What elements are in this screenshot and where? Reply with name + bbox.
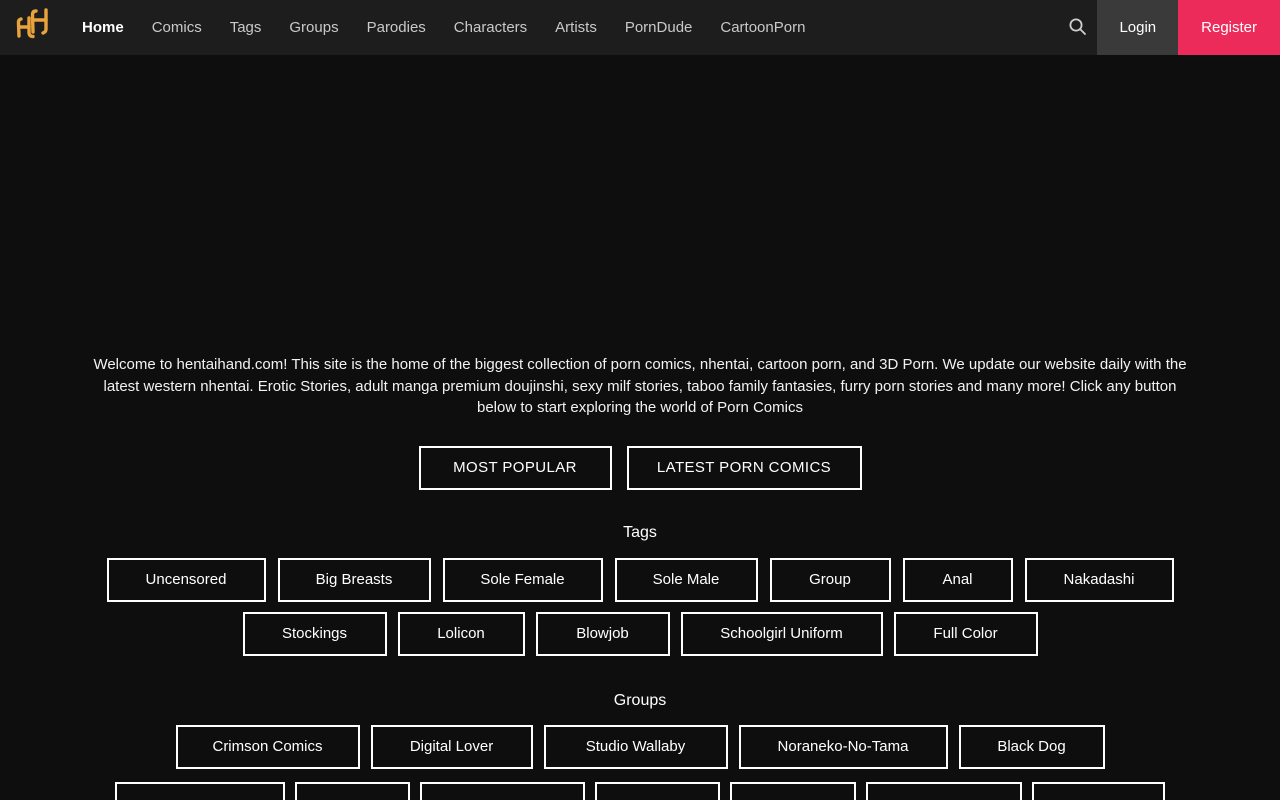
hh-logo-icon <box>14 5 52 50</box>
group-button[interactable]: Digital Lover <box>370 724 533 769</box>
tag-button[interactable]: Uncensored <box>106 557 266 602</box>
main-nav: Home Comics Tags Groups Parodies Characters Ar… <box>82 19 805 36</box>
groups-section: Groups Crimson Comics Digital Lover Studio… <box>0 692 1280 800</box>
tag-button[interactable]: Lolicon <box>397 611 525 656</box>
group-button[interactable] <box>1032 781 1165 800</box>
group-button[interactable]: Noraneko-No-Tama <box>738 724 948 769</box>
nav-link[interactable]: Groups <box>289 19 338 36</box>
group-button[interactable] <box>420 781 585 800</box>
tag-button[interactable]: Stockings <box>242 611 387 656</box>
nav-link[interactable]: Characters <box>454 19 527 36</box>
group-button[interactable] <box>595 781 720 800</box>
tag-button[interactable]: Sole Male <box>614 557 758 602</box>
tag-button[interactable]: Group <box>769 557 891 602</box>
groups-heading: Groups <box>613 691 667 709</box>
nav-link[interactable]: Artists <box>555 19 597 36</box>
tag-button[interactable]: Big Breasts <box>277 557 431 602</box>
tags-heading: Tags <box>623 523 657 541</box>
group-button[interactable]: Studio Wallaby <box>543 724 728 769</box>
groups-row-2-partial <box>0 781 1280 800</box>
tag-button[interactable]: Anal <box>902 557 1013 602</box>
navbar: Home Comics Tags Groups Parodies Characters Ar… <box>0 0 1280 55</box>
group-button[interactable]: Black Dog <box>958 724 1105 769</box>
cta-button[interactable]: MOST POPULAR <box>418 445 612 490</box>
groups-row-1: Crimson Comics Digital Lover Studio Wallab… <box>0 724 1280 769</box>
group-button[interactable] <box>115 781 285 800</box>
nav-link[interactable]: PornDude <box>625 19 693 36</box>
cta-button[interactable]: LATEST PORN COMICS <box>626 445 862 490</box>
tag-button[interactable]: Sole Female <box>442 557 603 602</box>
welcome-text: Welcome to hentaihand.com! This site is … <box>93 356 1187 416</box>
tags-row-2: Stockings Lolicon Blowjob Schoolgirl Unifor… <box>0 611 1280 656</box>
nav-link[interactable]: Parodies <box>367 19 426 36</box>
login-button[interactable]: Login <box>1097 0 1179 55</box>
nav-link[interactable]: Comics <box>152 19 202 36</box>
group-button[interactable] <box>866 781 1022 800</box>
group-button[interactable] <box>295 781 410 800</box>
nav-link[interactable]: CartoonPorn <box>720 19 805 36</box>
search-button[interactable] <box>1057 0 1097 55</box>
site-logo[interactable] <box>14 8 52 48</box>
register-button[interactable]: Register <box>1178 0 1280 55</box>
tag-button[interactable]: Full Color <box>893 611 1038 656</box>
main-content: Welcome to hentaihand.com! This site is … <box>0 354 1280 800</box>
group-button[interactable]: Crimson Comics <box>175 724 360 769</box>
tag-button[interactable]: Blowjob <box>535 611 670 656</box>
tag-button[interactable]: Nakadashi <box>1024 557 1174 602</box>
nav-link[interactable]: Home <box>82 19 124 36</box>
cta-button-row: MOST POPULAR LATEST PORN COMICS <box>0 445 1280 490</box>
group-button[interactable] <box>730 781 856 800</box>
navbar-right: Login Register <box>1057 0 1280 55</box>
tag-button[interactable]: Schoolgirl Uniform <box>680 611 883 656</box>
search-icon <box>1068 17 1087 39</box>
tags-row-1: Uncensored Big Breasts Sole Female Sole Mal… <box>0 557 1280 602</box>
nav-link[interactable]: Tags <box>230 19 262 36</box>
tags-section: Tags Uncensored Big Breasts Sole Female Sol… <box>0 524 1280 656</box>
